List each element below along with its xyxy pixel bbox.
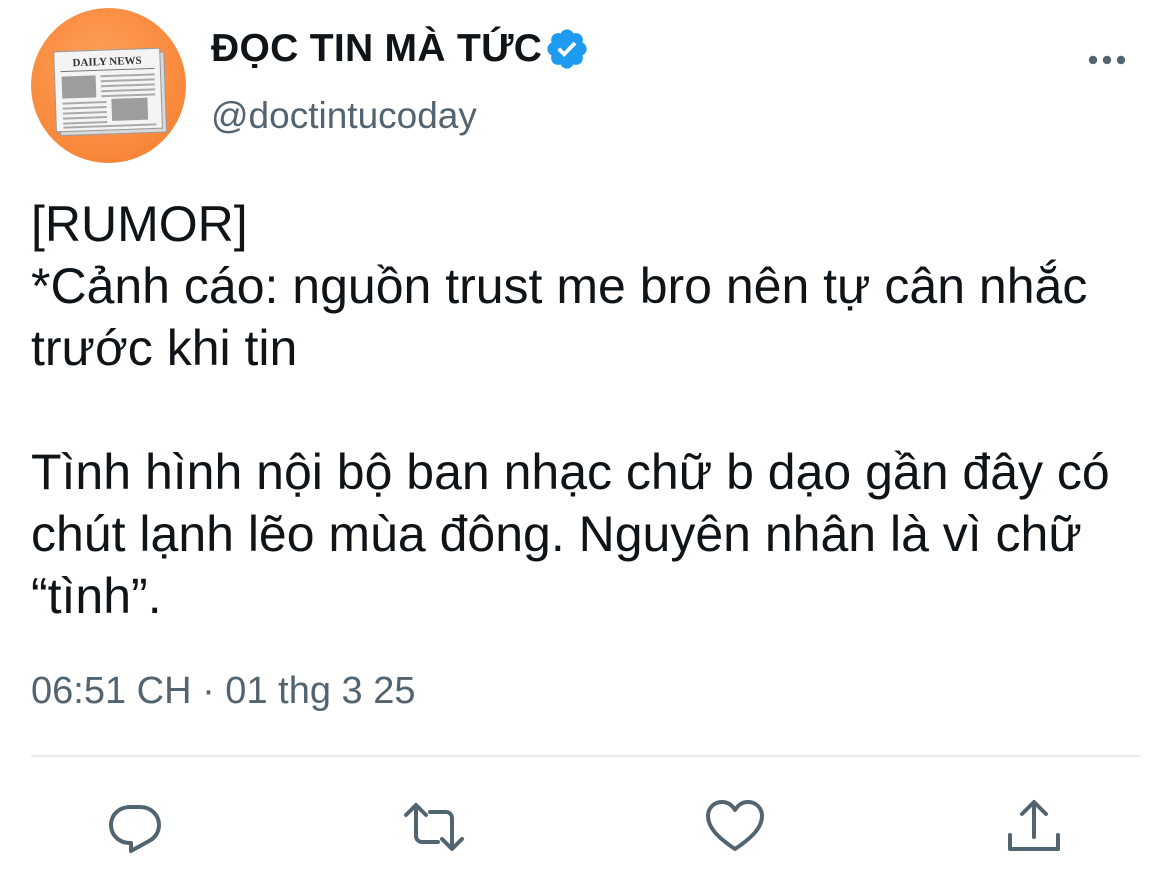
verified-badge-icon <box>544 26 590 72</box>
user-handle[interactable]: @doctintucoday <box>211 95 477 137</box>
retweet-icon[interactable] <box>402 795 466 859</box>
avatar-text: DAILY NEWS <box>72 55 142 69</box>
display-name[interactable]: ĐỌC TIN MÀ TỨC <box>211 26 590 72</box>
avatar[interactable]: DAILY NEWS <box>31 8 186 163</box>
more-icon[interactable] <box>1083 48 1131 72</box>
divider <box>31 755 1140 757</box>
share-icon[interactable] <box>1002 795 1066 859</box>
display-name-text: ĐỌC TIN MÀ TỨC <box>211 27 543 70</box>
like-icon[interactable] <box>703 795 767 859</box>
tweet-text: [RUMOR] *Cảnh cáo: nguồn trust me bro nê… <box>31 196 1110 624</box>
reply-icon[interactable] <box>103 795 167 859</box>
newspaper-icon: DAILY NEWS <box>53 47 168 137</box>
tweet-timestamp[interactable]: 06:51 CH · 01 thg 3 25 <box>31 670 415 713</box>
